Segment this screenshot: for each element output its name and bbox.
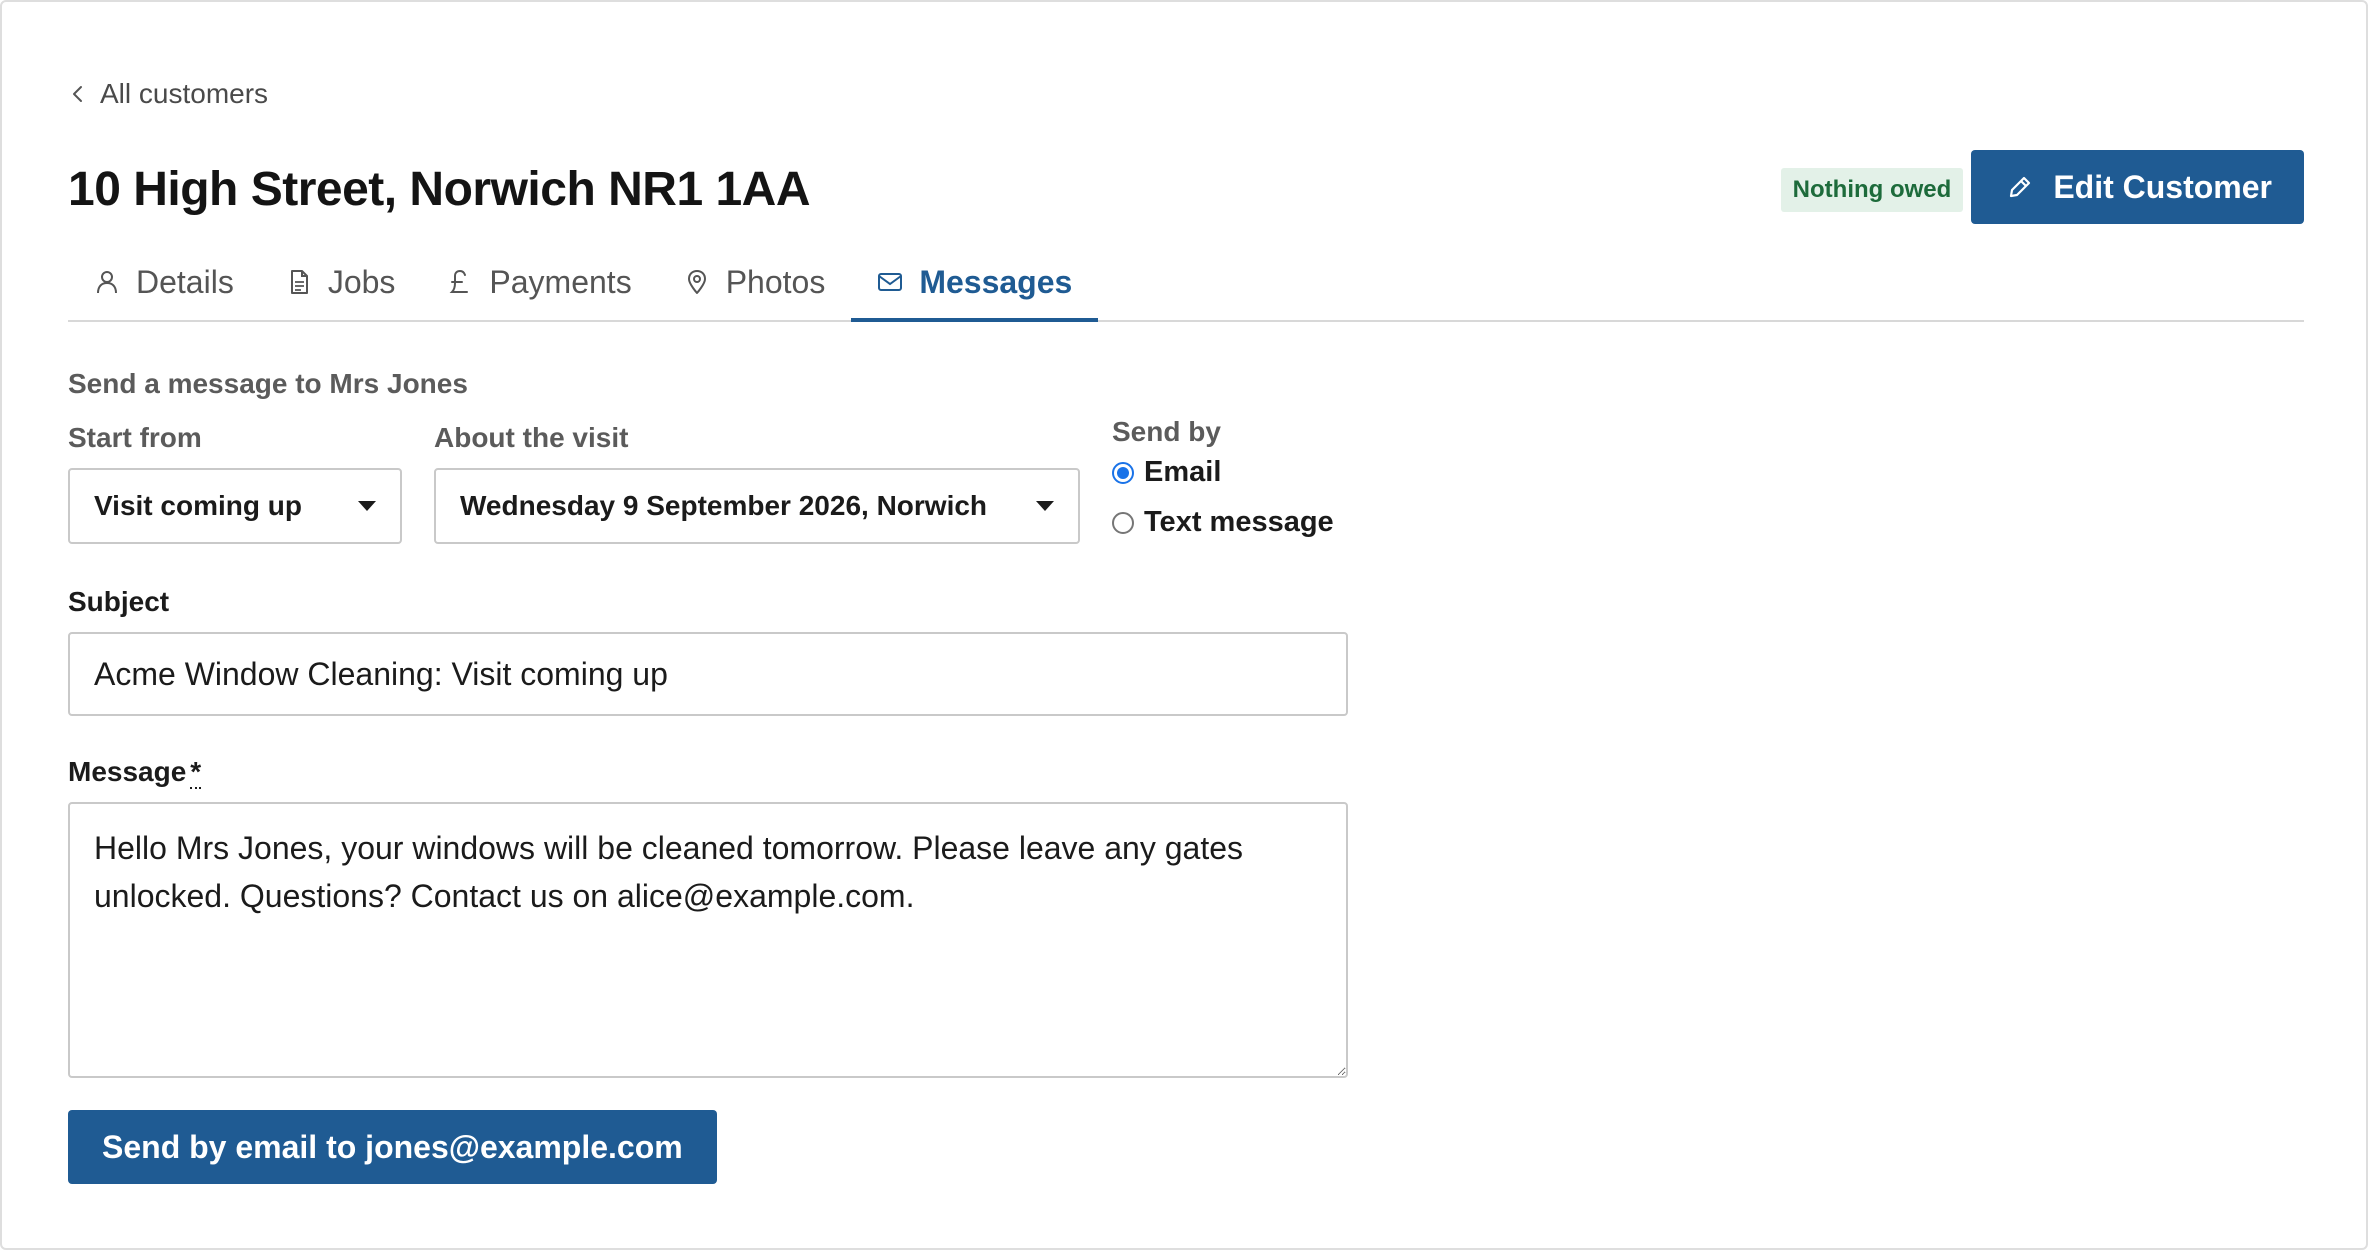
- send-by-email-radio[interactable]: [1112, 461, 1134, 484]
- tab-messages-label: Messages: [919, 263, 1073, 300]
- send-by-text-label: Text message: [1144, 506, 1334, 538]
- tab-details[interactable]: Details: [68, 246, 260, 318]
- about-visit-value: Wednesday 9 September 2026, Norwich: [460, 490, 988, 521]
- message-form-heading: Send a message to Mrs Jones: [68, 368, 468, 399]
- send-by-label: Send by: [1112, 416, 1221, 447]
- start-from-label: Start from: [68, 422, 202, 453]
- customer-page: All customers 10 High Street, Norwich NR…: [0, 0, 2368, 1250]
- chevron-left-icon: [73, 86, 82, 102]
- about-visit-select[interactable]: Wednesday 9 September 2026, Norwich: [434, 468, 1080, 544]
- person-icon: [97, 271, 117, 294]
- caret-down-icon: [358, 501, 376, 511]
- send-by-email-option[interactable]: Email: [1112, 456, 1221, 489]
- subject-label: Subject: [68, 586, 170, 617]
- send-by-email-label: Email: [1144, 456, 1222, 488]
- message-label: Message *: [68, 756, 202, 789]
- tab-details-label: Details: [136, 263, 234, 300]
- map-pin-icon: [687, 270, 706, 294]
- pound-icon: [449, 269, 469, 293]
- tab-payments[interactable]: Payments: [421, 246, 657, 318]
- envelope-icon: [878, 273, 903, 291]
- message-label-text: Message: [68, 756, 187, 787]
- tab-payments-label: Payments: [489, 263, 632, 300]
- document-icon: [290, 270, 308, 294]
- message-textarea[interactable]: Hello Mrs Jones, your windows will be cl…: [68, 802, 1348, 1078]
- pencil-icon: [2010, 176, 2031, 198]
- send-by-text-option[interactable]: Text message: [1112, 506, 1334, 539]
- breadcrumb-label: All customers: [100, 78, 269, 109]
- start-from-select[interactable]: Visit coming up: [68, 468, 402, 544]
- page-title: 10 High Street, Norwich NR1 1AA: [68, 163, 811, 216]
- send-message-button[interactable]: Send by email to jones@example.com: [68, 1110, 717, 1184]
- tab-jobs-label: Jobs: [327, 263, 396, 300]
- tab-bar: Details Jobs Payments Photos Messages: [68, 246, 2304, 322]
- caret-down-icon: [1036, 501, 1054, 511]
- start-from-value: Visit coming up: [94, 490, 302, 521]
- required-marker: *: [190, 756, 202, 789]
- about-visit-label: About the visit: [434, 422, 629, 453]
- tab-messages[interactable]: Messages: [851, 246, 1099, 322]
- status-badge: Nothing owed: [1780, 168, 1964, 212]
- edit-customer-label: Edit Customer: [2053, 168, 2272, 205]
- tab-jobs[interactable]: Jobs: [260, 246, 422, 318]
- subject-input[interactable]: [68, 632, 1348, 716]
- send-by-text-radio[interactable]: [1112, 511, 1134, 534]
- header-actions: Nothing owed Edit Customer: [1780, 150, 2304, 224]
- breadcrumb-back-link[interactable]: All customers: [68, 78, 268, 110]
- tab-photos[interactable]: Photos: [658, 246, 852, 318]
- edit-customer-button[interactable]: Edit Customer: [1971, 150, 2304, 224]
- tab-photos-label: Photos: [725, 263, 826, 300]
